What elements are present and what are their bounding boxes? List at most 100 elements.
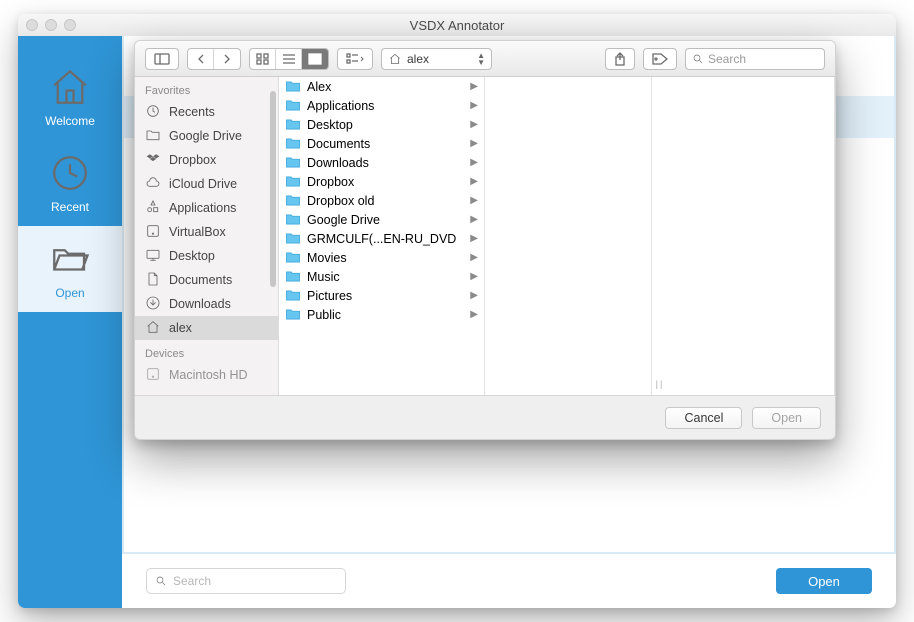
home-icon [49, 66, 91, 108]
chevron-right-icon: ▶ [470, 233, 478, 244]
apps-icon [145, 199, 161, 218]
chevron-right-icon: ▶ [470, 176, 478, 187]
chevron-right-icon: ▶ [470, 290, 478, 301]
file-label: Downloads [307, 156, 369, 170]
file-label: Google Drive [307, 213, 380, 227]
folder-icon [285, 251, 301, 264]
open-dialog: alex ▲▼ Search Favorites RecentsGoogle D… [134, 40, 836, 440]
chevron-right-icon: ▶ [470, 119, 478, 130]
sidebar-item-icloud-drive[interactable]: iCloud Drive [135, 172, 278, 196]
disk-icon [145, 366, 161, 385]
main-search-input[interactable]: Search [146, 568, 346, 594]
sidebar-item-label: Macintosh HD [169, 368, 248, 382]
search-icon [692, 53, 704, 65]
nav-label: Recent [51, 200, 89, 214]
open-button[interactable]: Open [752, 407, 821, 429]
sidebar-item-dropbox[interactable]: Dropbox [135, 148, 278, 172]
column-view-icon [308, 53, 322, 65]
folder-open-icon [49, 238, 91, 280]
file-row[interactable]: Public▶ [279, 305, 484, 324]
column-resize-handle[interactable]: || [652, 77, 668, 395]
file-row[interactable]: Dropbox▶ [279, 172, 484, 191]
nav-label: Welcome [45, 114, 95, 128]
sidebar-item-applications[interactable]: Applications [135, 196, 278, 220]
sidebar-icon [154, 53, 170, 65]
file-label: Movies [307, 251, 347, 265]
file-row[interactable]: Downloads▶ [279, 153, 484, 172]
sidebar-item-downloads[interactable]: Downloads [135, 292, 278, 316]
chevron-right-icon: ▶ [470, 214, 478, 225]
chevron-right-icon: ▶ [470, 195, 478, 206]
file-row[interactable]: Alex▶ [279, 77, 484, 96]
nav-welcome[interactable]: Welcome [18, 54, 122, 140]
dialog-search-input[interactable]: Search [685, 48, 825, 70]
cancel-button[interactable]: Cancel [665, 407, 742, 429]
chevron-right-icon: ▶ [470, 252, 478, 263]
chevron-right-icon: ▶ [470, 100, 478, 111]
sidebar-item-google-drive[interactable]: Google Drive [135, 124, 278, 148]
toggle-sidebar-button[interactable] [145, 48, 179, 70]
file-row[interactable]: Google Drive ▶ [279, 210, 484, 229]
file-row[interactable]: Desktop▶ [279, 115, 484, 134]
tag-icon [652, 53, 668, 65]
sidebar-scrollbar[interactable] [270, 91, 276, 287]
view-icon-button[interactable] [250, 49, 276, 69]
folder-icon [285, 118, 301, 131]
chevron-right-icon: ▶ [470, 309, 478, 320]
sidebar-item-label: Applications [169, 201, 236, 215]
file-label: Alex [307, 80, 331, 94]
nav-recent[interactable]: Recent [18, 140, 122, 226]
file-row[interactable]: Pictures ▶ [279, 286, 484, 305]
favorites-header: Favorites [135, 77, 278, 100]
sidebar-item-virtualbox[interactable]: VirtualBox [135, 220, 278, 244]
sidebar-item-desktop[interactable]: Desktop [135, 244, 278, 268]
file-row[interactable]: Applications▶ [279, 96, 484, 115]
group-button[interactable] [337, 48, 373, 70]
file-label: Pictures [307, 289, 352, 303]
search-icon [155, 575, 167, 587]
chevron-right-icon [222, 54, 232, 64]
sidebar-item-alex[interactable]: alex [135, 316, 278, 340]
cloud-icon [145, 175, 161, 194]
list-view-icon [282, 53, 296, 65]
forward-button[interactable] [214, 49, 240, 69]
chevron-right-icon: ▶ [470, 271, 478, 282]
main-open-button[interactable]: Open [776, 568, 872, 594]
download-icon [145, 295, 161, 314]
path-popup[interactable]: alex ▲▼ [381, 48, 492, 70]
view-list-button[interactable] [276, 49, 302, 69]
sidebar-item-recents[interactable]: Recents [135, 100, 278, 124]
file-row[interactable]: Music▶ [279, 267, 484, 286]
tags-button[interactable] [643, 48, 677, 70]
file-row[interactable]: Documents▶ [279, 134, 484, 153]
sidebar-item-label: VirtualBox [169, 225, 226, 239]
column-3 [668, 77, 835, 395]
file-row[interactable]: Movies ▶ [279, 248, 484, 267]
sidebar-item-label: iCloud Drive [169, 177, 237, 191]
file-label: Documents [307, 137, 370, 151]
back-button[interactable] [188, 49, 214, 69]
sidebar-item-label: alex [169, 321, 192, 335]
group-icon [346, 53, 364, 65]
home-icon [388, 52, 402, 66]
dialog-footer: Cancel Open [135, 395, 835, 439]
column-1: Alex▶Applications▶Desktop▶Documents▶Down… [279, 77, 485, 395]
devices-header: Devices [135, 340, 278, 363]
view-column-button[interactable] [302, 49, 328, 69]
updown-icon: ▲▼ [477, 52, 485, 66]
file-label: Dropbox old [307, 194, 374, 208]
folder-plain-icon [145, 127, 161, 146]
file-row[interactable]: GRMCULF(...EN-RU_DVD▶ [279, 229, 484, 248]
nav-buttons [187, 48, 241, 70]
share-button[interactable] [605, 48, 635, 70]
folder-icon [285, 270, 301, 283]
search-placeholder: Search [708, 52, 746, 66]
bottom-bar: Search Open [122, 554, 896, 608]
sidebar-item-documents[interactable]: Documents [135, 268, 278, 292]
file-row[interactable]: Dropbox old ▶ [279, 191, 484, 210]
home-icon [145, 319, 161, 338]
nav-open[interactable]: Open [18, 226, 122, 312]
folder-icon [285, 308, 301, 321]
folder-icon [285, 213, 301, 226]
sidebar-item-macintosh-hd[interactable]: Macintosh HD [135, 363, 278, 387]
